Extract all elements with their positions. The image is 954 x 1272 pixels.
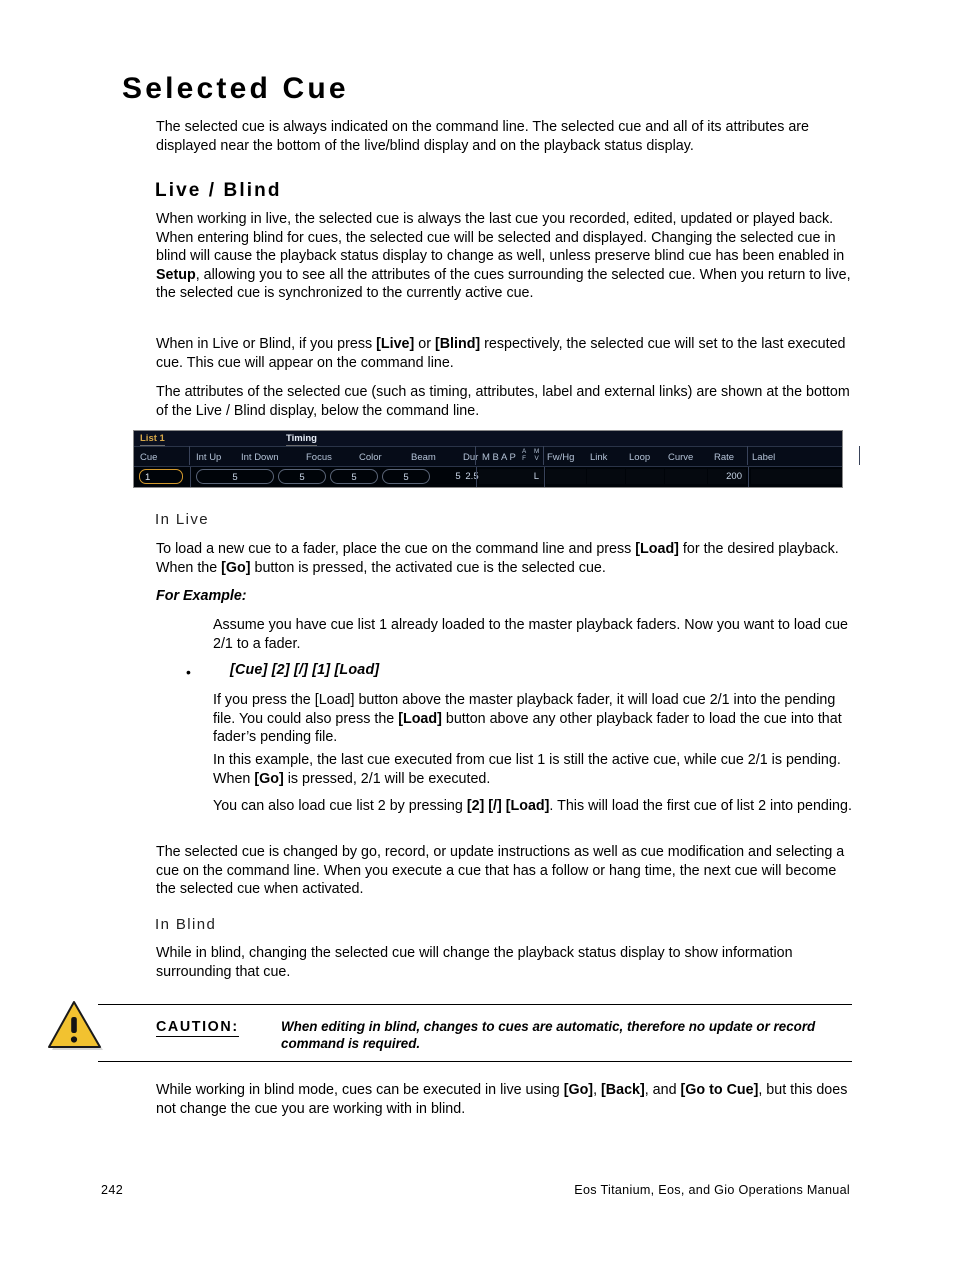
- header-flags: M B A P: [482, 452, 516, 463]
- cl-go-key: [Go]: [563, 1082, 594, 1098]
- hdr-sep-1: [189, 446, 190, 465]
- header-int-up: Int Up: [196, 452, 222, 463]
- bullet-icon: •: [186, 664, 191, 680]
- header-int-down: Int Down: [241, 452, 279, 463]
- cl-goto-cue-key: [Go to Cue]: [680, 1082, 759, 1098]
- header-curve: Curve: [668, 452, 694, 463]
- caution-text: When editing in blind, changes to cues a…: [281, 1019, 816, 1051]
- il-p4-a: You can also load cue list 2 by pressing: [213, 798, 467, 814]
- col-separator-4: [748, 467, 749, 487]
- cue-display-data-row[interactable]: 1 5 5 5 5 5 2.5 L 200 Q6 / 1: [134, 467, 842, 487]
- il-p2-load-key: [Load]: [398, 710, 442, 727]
- live-blind-paragraph-3: The attributes of the selected cue (such…: [156, 384, 850, 419]
- lb-p1-b: , allowing you to see all the attributes…: [156, 266, 851, 302]
- cue-display-header-row: Cue Int Up Int Down Focus Color Beam Dur…: [134, 446, 842, 467]
- lb-p1-a: When working in live, the selected cue i…: [156, 211, 845, 265]
- in-live-paragraph-1: To load a new cue to a fader, place the …: [156, 540, 852, 577]
- lb-p2-live-key: [Live]: [376, 336, 415, 352]
- cell-cue[interactable]: 1: [139, 469, 183, 484]
- header-flag-f: F: [522, 454, 527, 462]
- cue-display-titlebar: List 1 Timing: [134, 431, 842, 446]
- cell-int-down[interactable]: 5: [278, 469, 326, 484]
- hdr-sep-2: [475, 446, 476, 465]
- cl-mid2: , and: [644, 1082, 681, 1098]
- cell-label[interactable]: [751, 469, 842, 484]
- header-beam: Beam: [411, 452, 436, 463]
- example-command-sequence: [Cue] [2] [/] [1] [Load]: [230, 662, 380, 678]
- lb-p1-setup: Setup: [156, 266, 196, 283]
- cell-flags[interactable]: L: [479, 469, 544, 484]
- header-loop: Loop: [629, 452, 651, 463]
- in-live-paragraph-2: If you press the [Load] button above the…: [213, 691, 852, 747]
- cell-fwhg[interactable]: [546, 469, 586, 484]
- il-p3-go-key: [Go]: [254, 770, 284, 787]
- cl-mid1: ,: [593, 1082, 602, 1098]
- il-p4-keys: [2] [/] [Load]: [466, 798, 550, 814]
- lb-p2-blind-key: [Blind]: [434, 336, 481, 352]
- cell-focus[interactable]: 5: [330, 469, 378, 484]
- il-p3-c: is pressed, 2/1 will be executed.: [283, 770, 491, 787]
- live-blind-paragraph-2: When in Live or Blind, if you press [Liv…: [156, 335, 852, 372]
- lb-p2-a: When in Live or Blind, if you press: [156, 336, 377, 352]
- in-live-paragraph-5: The selected cue is changed by go, recor…: [156, 844, 845, 898]
- il-p4-c: . This will load the first cue of list 2…: [549, 798, 852, 814]
- footer-page-number: 242: [101, 1183, 124, 1197]
- header-dur: Dur: [463, 452, 479, 463]
- header-link: Link: [590, 452, 608, 463]
- header-fwhg: Fw/Hg: [547, 452, 575, 463]
- subsection-heading-in-live: In Live: [155, 511, 209, 528]
- footer-manual-title: Eos Titanium, Eos, and Gio Operations Ma…: [574, 1183, 850, 1197]
- cell-curve[interactable]: [665, 469, 707, 484]
- cue-list-title: List 1: [140, 433, 165, 446]
- header-focus: Focus: [306, 452, 332, 463]
- il-p1-load-key: [Load]: [635, 541, 679, 557]
- subsection-heading-in-blind: In Blind: [155, 916, 217, 933]
- cell-loop[interactable]: [626, 469, 664, 484]
- header-flag-af: A F: [522, 448, 527, 462]
- cell-int-up[interactable]: 5: [196, 469, 274, 484]
- cell-color[interactable]: 5: [382, 469, 430, 484]
- hdr-sep-5: [859, 446, 860, 465]
- header-rate: Rate: [714, 452, 735, 463]
- cl-a: While working in blind mode, cues can be…: [156, 1082, 564, 1098]
- closing-paragraph: While working in blind mode, cues can be…: [156, 1081, 852, 1118]
- col-separator-2: [476, 467, 477, 487]
- caution-rule-top: [98, 1004, 852, 1005]
- intro-paragraph: The selected cue is always indicated on …: [156, 119, 809, 154]
- hdr-sep-3: [543, 446, 544, 465]
- col-separator-3: [544, 467, 545, 487]
- warning-triangle-icon: [48, 1001, 103, 1050]
- example-intro-paragraph: Assume you have cue list 1 already loade…: [213, 617, 848, 652]
- page-title: Selected Cue: [122, 72, 349, 105]
- document-page: Selected Cue The selected cue is always …: [0, 0, 954, 1272]
- header-label: Label: [752, 452, 776, 463]
- lb-p2-b: or: [414, 336, 435, 352]
- header-flag-v: V: [534, 454, 539, 462]
- in-live-paragraph-3: In this example, the last cue executed f…: [213, 751, 852, 788]
- header-flag-mv: M V: [534, 448, 539, 462]
- il-p1-a: To load a new cue to a fader, place the …: [156, 541, 636, 557]
- header-color: Color: [359, 452, 382, 463]
- timing-group-title: Timing: [286, 433, 317, 446]
- hdr-sep-4: [747, 446, 748, 465]
- in-live-paragraph-4: You can also load cue list 2 by pressing…: [213, 797, 852, 816]
- caution-rule-bottom: [98, 1061, 852, 1062]
- live-blind-paragraph-1: When working in live, the selected cue i…: [156, 210, 852, 303]
- il-p1-c: button is pressed, the activated cue is …: [250, 559, 606, 576]
- for-example-label: For Example:: [156, 588, 247, 604]
- caution-label: CAUTION:: [156, 1019, 239, 1037]
- section-heading-live-blind: Live / Blind: [155, 180, 282, 201]
- cell-rate[interactable]: 200: [708, 469, 746, 484]
- cell-link[interactable]: [587, 469, 625, 484]
- header-cue: Cue: [140, 452, 158, 463]
- cue-attributes-display[interactable]: List 1 Timing Cue Int Up Int Down Focus …: [133, 430, 843, 488]
- col-separator-1: [190, 467, 191, 487]
- in-blind-paragraph-1: While in blind, changing the selected cu…: [156, 945, 793, 980]
- il-p1-go-key: [Go]: [221, 559, 251, 576]
- cl-back-key: [Back]: [601, 1082, 645, 1098]
